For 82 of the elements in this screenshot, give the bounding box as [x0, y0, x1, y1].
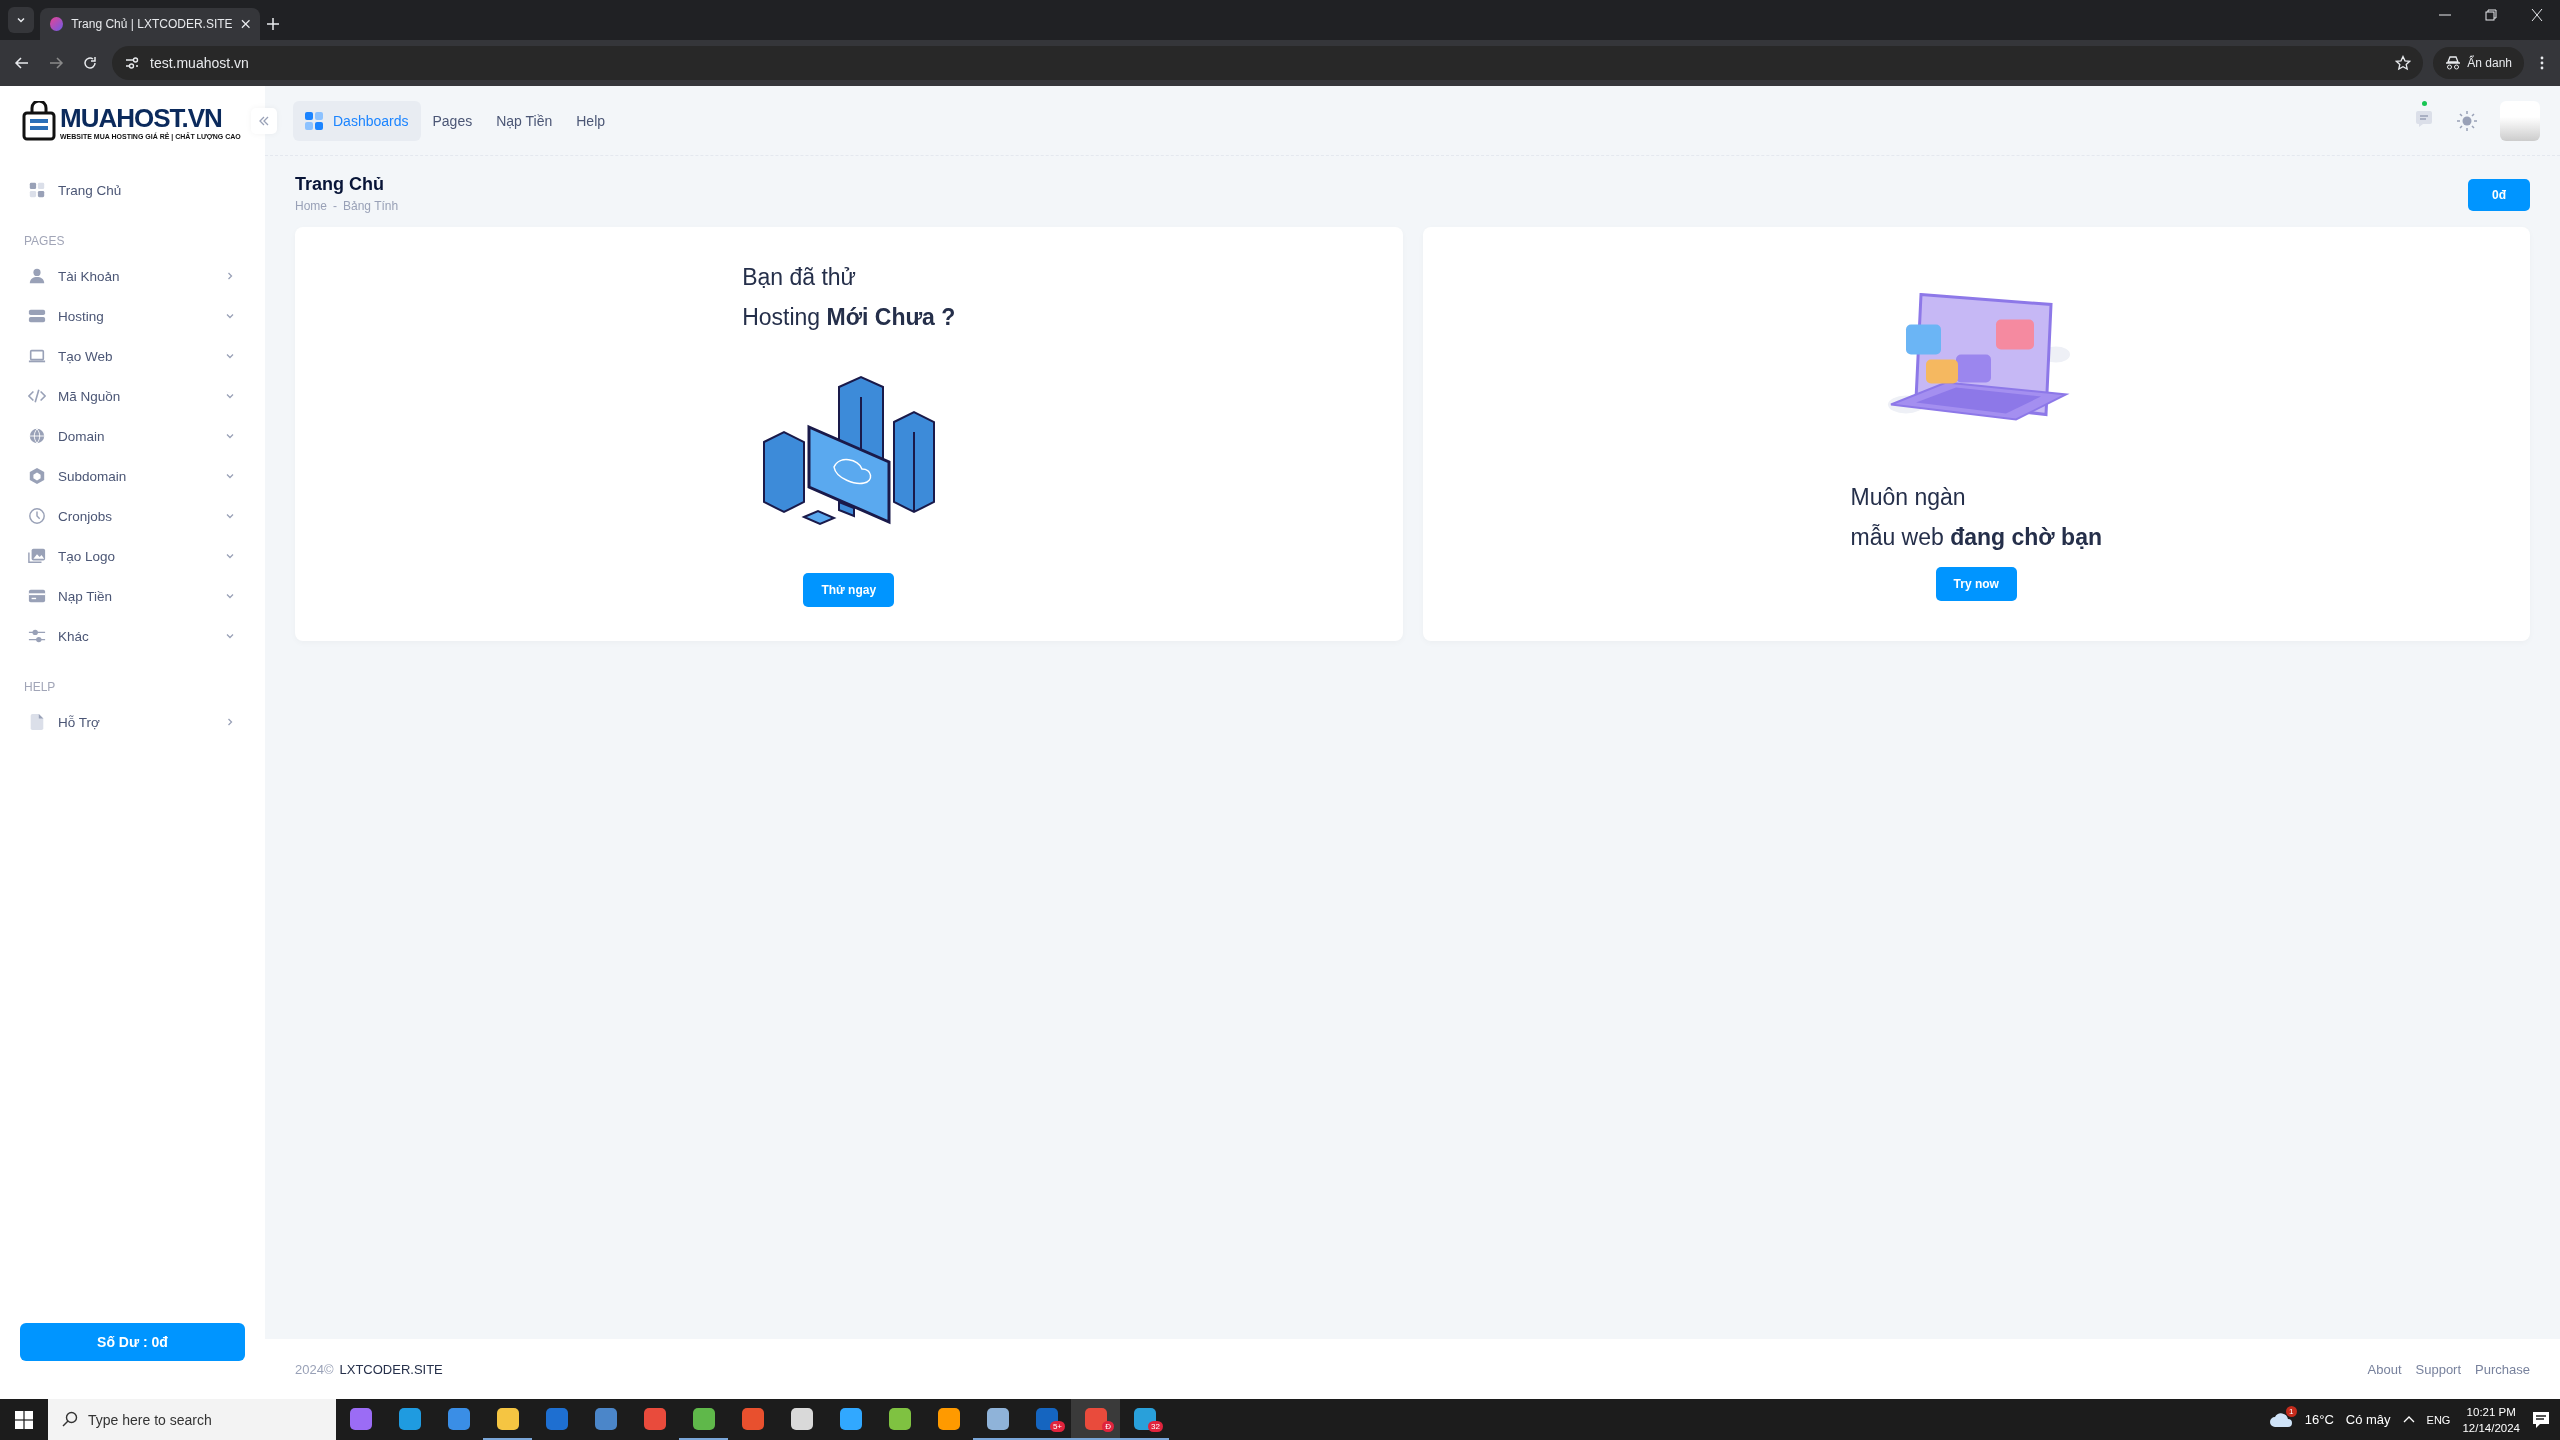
sidebar-item[interactable]: Tạo Logo — [24, 536, 245, 576]
sidebar-item[interactable]: Hỗ Trợ — [24, 702, 245, 742]
sidebar-item[interactable]: Tài Khoản — [24, 256, 245, 296]
chevron-down-icon — [225, 311, 235, 321]
chevron-down-icon — [225, 391, 235, 401]
breadcrumb-separator: - — [333, 199, 337, 213]
sidebar-item[interactable]: Domain — [24, 416, 245, 456]
sidebar-item[interactable]: Hosting — [24, 296, 245, 336]
chevron-down-icon — [225, 631, 235, 641]
chevron-down-icon — [225, 431, 235, 441]
nav-tab[interactable]: Pages — [420, 100, 485, 141]
section-heading: HELP — [24, 680, 57, 694]
weather-text: Có mây — [2345, 1412, 2391, 1427]
page-title: Trang Chủ — [295, 174, 385, 195]
image-icon — [28, 547, 46, 565]
footer-site-name: LXTCODER.SITE — [339, 1361, 443, 1377]
section-heading: PAGES — [24, 234, 66, 248]
star-icon[interactable] — [2395, 55, 2412, 71]
logo-text: MUAHOST.VN — [60, 102, 223, 133]
chevron-right-icon — [225, 271, 235, 281]
site-settings-icon[interactable] — [124, 55, 140, 71]
sidebar-item[interactable]: Tạo Web — [24, 336, 245, 376]
sidebar-item[interactable]: Trang Chủ — [24, 170, 245, 210]
notifications-icon[interactable] — [2532, 1410, 2550, 1429]
footer-link[interactable]: Support — [2415, 1361, 2462, 1377]
chevron-down-icon — [225, 551, 235, 561]
card-heading: mẫu web đang chờ bạn — [1850, 523, 2102, 552]
taskbar-app[interactable]: 32 — [1120, 1399, 1169, 1440]
grid-icon — [28, 181, 46, 199]
search-icon — [62, 1411, 78, 1427]
chevron-down-icon — [225, 511, 235, 521]
taskbar-app[interactable]: Đ — [1071, 1399, 1120, 1440]
footer-link[interactable]: About — [2367, 1361, 2402, 1377]
sliders-icon — [28, 627, 46, 645]
sidebar-item[interactable]: Cronjobs — [24, 496, 245, 536]
footer-link[interactable]: Purchase — [2475, 1361, 2530, 1377]
copyright-year: 2024© — [295, 1361, 334, 1377]
chevron-down-icon — [225, 471, 235, 481]
chevron-right-icon — [225, 717, 235, 727]
cloud-icon[interactable] — [2268, 1411, 2293, 1428]
search-field[interactable]: Type here to search — [48, 1399, 336, 1440]
language-indicator[interactable]: ENG — [2426, 1413, 2451, 1426]
windows-logo-icon — [15, 1410, 33, 1429]
chevron-down-icon — [225, 351, 235, 361]
shopping-bag-icon — [22, 101, 56, 141]
sidebar-item[interactable]: Mã Nguồn — [24, 376, 245, 416]
favicon-icon — [50, 17, 64, 31]
person-icon — [28, 267, 46, 285]
close-icon[interactable] — [240, 19, 250, 29]
card-heading: Hosting Mới Chưa ? — [742, 303, 956, 332]
notification-badge: 32 — [1148, 1421, 1163, 1432]
nav-tab[interactable]: Help — [564, 100, 618, 141]
chevron-down-icon — [16, 15, 26, 25]
document-icon — [28, 713, 46, 731]
card-icon — [28, 587, 46, 605]
new-tab-icon[interactable] — [266, 17, 280, 31]
clock-icon — [28, 507, 46, 525]
cube-icon — [28, 467, 46, 485]
card-heading: Bạn đã thử — [742, 263, 857, 292]
card-heading: Muôn ngàn — [1850, 483, 1967, 512]
address-bar[interactable]: test.muahost.vn — [112, 46, 2424, 80]
sidebar-item[interactable]: Khác — [24, 616, 245, 656]
notification-badge: 5+ — [1049, 1421, 1065, 1432]
grid-icon — [305, 111, 323, 130]
temperature-text: 16°C — [2304, 1412, 2334, 1427]
server-icon — [28, 307, 46, 325]
double-chevron-left-icon — [258, 114, 270, 127]
code-icon — [28, 387, 46, 405]
globe-icon — [28, 427, 46, 445]
laptop-icon — [28, 347, 46, 365]
incognito-icon — [2445, 56, 2462, 70]
chevron-down-icon — [225, 591, 235, 601]
profile-button[interactable]: Ẩn danh — [2433, 47, 2524, 79]
notification-badge: Đ — [1102, 1421, 1114, 1432]
notification-badge: 1 — [2285, 1405, 2297, 1417]
browser-tab[interactable]: Trang Chủ | LXTCODER.SITE — [40, 8, 260, 40]
sidebar-item[interactable]: Subdomain — [24, 456, 245, 496]
nav-tab[interactable]: Nạp Tiền — [484, 100, 565, 141]
sidebar-item[interactable]: Nạp Tiền — [24, 576, 245, 616]
clock[interactable]: 10:21 PM 12/14/2024 — [2462, 1403, 2520, 1436]
breadcrumb-item: Bảng Tính — [343, 199, 399, 213]
status-dot — [2422, 100, 2427, 106]
